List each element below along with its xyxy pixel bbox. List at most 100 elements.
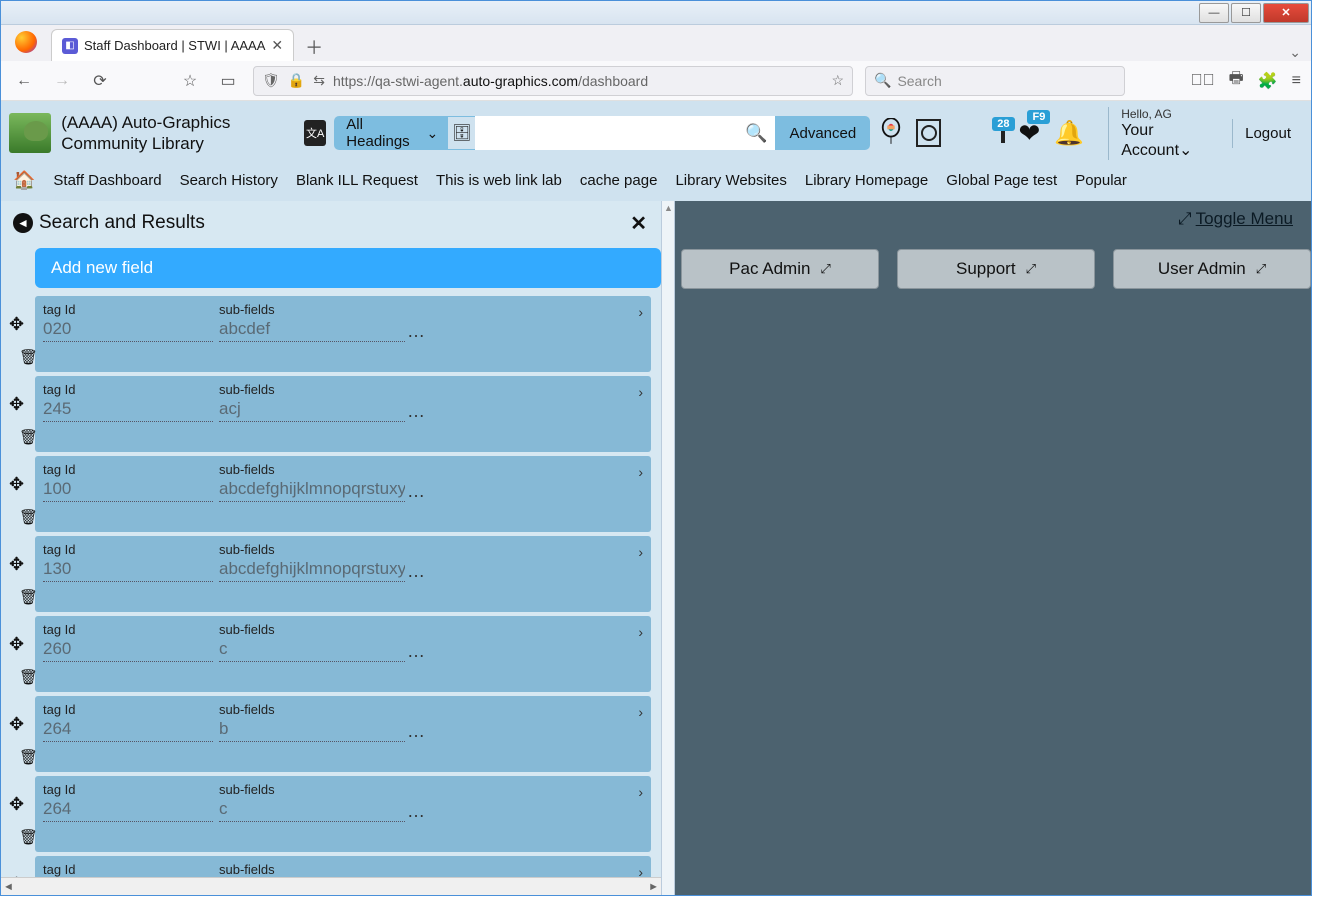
sub-fields-input[interactable]: b xyxy=(219,719,405,742)
delete-row-icon[interactable]: 🗑 xyxy=(19,348,641,366)
nav-library-websites[interactable]: Library Websites xyxy=(675,172,786,189)
search-scope-select[interactable]: All Headings xyxy=(334,116,448,150)
drag-handle-icon[interactable]: ✥ xyxy=(9,394,24,415)
nav-global-page-test[interactable]: Global Page test xyxy=(946,172,1057,189)
delete-row-icon[interactable]: 🗑 xyxy=(19,828,641,846)
favorites-button[interactable]: ❤ F9 xyxy=(1019,118,1041,149)
sub-fields-input[interactable]: abcdef xyxy=(219,319,405,342)
nav-search-history[interactable]: Search History xyxy=(180,172,278,189)
nav-web-link-lab[interactable]: This is web link lab xyxy=(436,172,562,189)
nav-cache-page[interactable]: cache page xyxy=(580,172,658,189)
print-icon[interactable]: 🖶 xyxy=(1229,67,1244,94)
expand-row-icon[interactable]: › xyxy=(638,704,643,720)
delete-row-icon[interactable]: 🗑 xyxy=(19,748,641,766)
expand-row-icon[interactable]: › xyxy=(638,784,643,800)
tab-close-icon[interactable]: ✕ xyxy=(271,37,283,54)
home-icon[interactable]: 🏠 xyxy=(13,170,35,191)
lock-icon: 🔒 xyxy=(288,72,305,89)
account-label: Your Account xyxy=(1121,122,1179,158)
nav-forward-button[interactable]: → xyxy=(49,68,75,94)
nav-library-homepage[interactable]: Library Homepage xyxy=(805,172,928,189)
nav-blank-ill[interactable]: Blank ILL Request xyxy=(296,172,418,189)
tag-id-input[interactable]: 245 xyxy=(43,399,213,422)
horizontal-scrollbar[interactable]: ◄► xyxy=(1,877,661,895)
delete-row-icon[interactable]: 🗑 xyxy=(19,668,641,686)
account-menu[interactable]: Hello, AG Your Account⌄ xyxy=(1108,107,1206,160)
window-maximize-button[interactable]: ☐ xyxy=(1231,3,1261,23)
bookmark-star-icon[interactable]: ☆ xyxy=(177,68,203,94)
sub-fields-input[interactable]: abcdefghijklmnopqrstuxy xyxy=(219,559,405,582)
pocket-icon[interactable]: ⌄⃝ xyxy=(1191,72,1215,90)
drag-handle-icon[interactable]: ✥ xyxy=(9,794,24,815)
catalog-search-input[interactable] xyxy=(475,116,775,150)
search-submit-icon[interactable]: 🔍 xyxy=(745,123,767,144)
admin-card[interactable]: Support⤢ xyxy=(897,249,1095,289)
delete-row-icon[interactable]: 🗑 xyxy=(19,588,641,606)
sub-fields-input[interactable]: abcdefghijklmnopqrstuxy xyxy=(219,479,405,502)
drag-handle-icon[interactable]: ✥ xyxy=(9,554,24,575)
admin-card[interactable]: Pac Admin⤢ xyxy=(681,249,879,289)
browser-tabbar: ◧ Staff Dashboard | STWI | AAAA ✕ ＋ ⌄ xyxy=(1,25,1311,61)
database-icon[interactable]: 🗄 xyxy=(448,116,475,150)
more-icon[interactable]: … xyxy=(407,561,425,582)
expand-row-icon[interactable]: › xyxy=(638,624,643,640)
nav-popular[interactable]: Popular xyxy=(1075,172,1127,189)
more-icon[interactable]: … xyxy=(407,641,425,662)
sub-fields-input[interactable]: acj xyxy=(219,399,405,422)
toggle-menu-link[interactable]: ⤢Toggle Menu xyxy=(1178,209,1293,229)
expand-row-icon[interactable]: › xyxy=(638,544,643,560)
tag-id-input[interactable]: 100 xyxy=(43,479,213,502)
more-icon[interactable]: … xyxy=(407,401,425,422)
more-icon[interactable]: … xyxy=(407,801,425,822)
bookmark-page-icon[interactable]: ☆ xyxy=(831,72,844,89)
expand-row-icon[interactable]: › xyxy=(638,304,643,320)
drag-handle-icon[interactable]: ✥ xyxy=(9,714,24,735)
expand-row-icon[interactable]: › xyxy=(638,384,643,400)
advanced-search-button[interactable]: Advanced xyxy=(775,116,870,150)
tabs-dropdown-icon[interactable]: ⌄ xyxy=(1289,44,1301,61)
url-field[interactable]: 🛡 🔒 ⇆ https://qa-stwi-agent.auto-graphic… xyxy=(253,66,853,96)
delete-row-icon[interactable]: 🗑 xyxy=(19,508,641,526)
delete-row-icon[interactable]: 🗑 xyxy=(19,428,641,446)
nav-back-button[interactable]: ← xyxy=(11,68,37,94)
tag-id-input[interactable]: 260 xyxy=(43,639,213,662)
notifications-icon[interactable]: 🔔 xyxy=(1054,119,1084,148)
window-close-button[interactable]: ✕ xyxy=(1263,3,1309,23)
browser-search-field[interactable]: 🔍 Search xyxy=(865,66,1125,96)
translate-icon[interactable]: 文A xyxy=(304,120,326,146)
screenshot-icon[interactable]: ▭ xyxy=(215,68,241,94)
balloon-icon[interactable] xyxy=(880,118,902,149)
tag-id-input[interactable]: 020 xyxy=(43,319,213,342)
more-icon[interactable]: … xyxy=(407,721,425,742)
drag-handle-icon[interactable]: ✥ xyxy=(9,314,24,335)
tab-title: Staff Dashboard | STWI | AAAA xyxy=(84,38,265,53)
panel-back-icon[interactable]: ◄ xyxy=(13,213,33,233)
tag-id-input[interactable]: 264 xyxy=(43,799,213,822)
new-tab-button[interactable]: ＋ xyxy=(300,33,328,61)
admin-card[interactable]: User Admin⤢ xyxy=(1113,249,1311,289)
hamburger-menu-icon[interactable]: ≡ xyxy=(1292,72,1301,90)
tag-id-input[interactable]: 264 xyxy=(43,719,213,742)
my-lists-button[interactable]: 28 xyxy=(1001,125,1005,141)
nav-staff-dashboard[interactable]: Staff Dashboard xyxy=(53,172,161,189)
sub-fields-input[interactable]: c xyxy=(219,639,405,662)
browser-tab[interactable]: ◧ Staff Dashboard | STWI | AAAA ✕ xyxy=(51,29,294,61)
pane-splitter[interactable] xyxy=(661,201,675,895)
nav-reload-button[interactable]: ⟳ xyxy=(87,68,113,94)
tag-id-label: tag Id xyxy=(43,462,219,477)
drag-handle-icon[interactable]: ✥ xyxy=(9,474,24,495)
expand-row-icon[interactable]: › xyxy=(638,464,643,480)
more-icon[interactable]: … xyxy=(407,321,425,342)
panel-close-icon[interactable]: ✕ xyxy=(630,211,647,236)
extensions-icon[interactable]: 🧩 xyxy=(1258,71,1278,91)
drag-handle-icon[interactable]: ✥ xyxy=(9,634,24,655)
scan-icon[interactable] xyxy=(916,119,941,147)
window-minimize-button[interactable]: — xyxy=(1199,3,1229,23)
tag-id-label: tag Id xyxy=(43,302,219,317)
logout-link[interactable]: Logout xyxy=(1232,119,1303,148)
search-scope-label: All Headings xyxy=(346,116,418,150)
add-new-field-button[interactable]: Add new field xyxy=(35,248,661,288)
more-icon[interactable]: … xyxy=(407,481,425,502)
tag-id-input[interactable]: 130 xyxy=(43,559,213,582)
sub-fields-input[interactable]: c xyxy=(219,799,405,822)
